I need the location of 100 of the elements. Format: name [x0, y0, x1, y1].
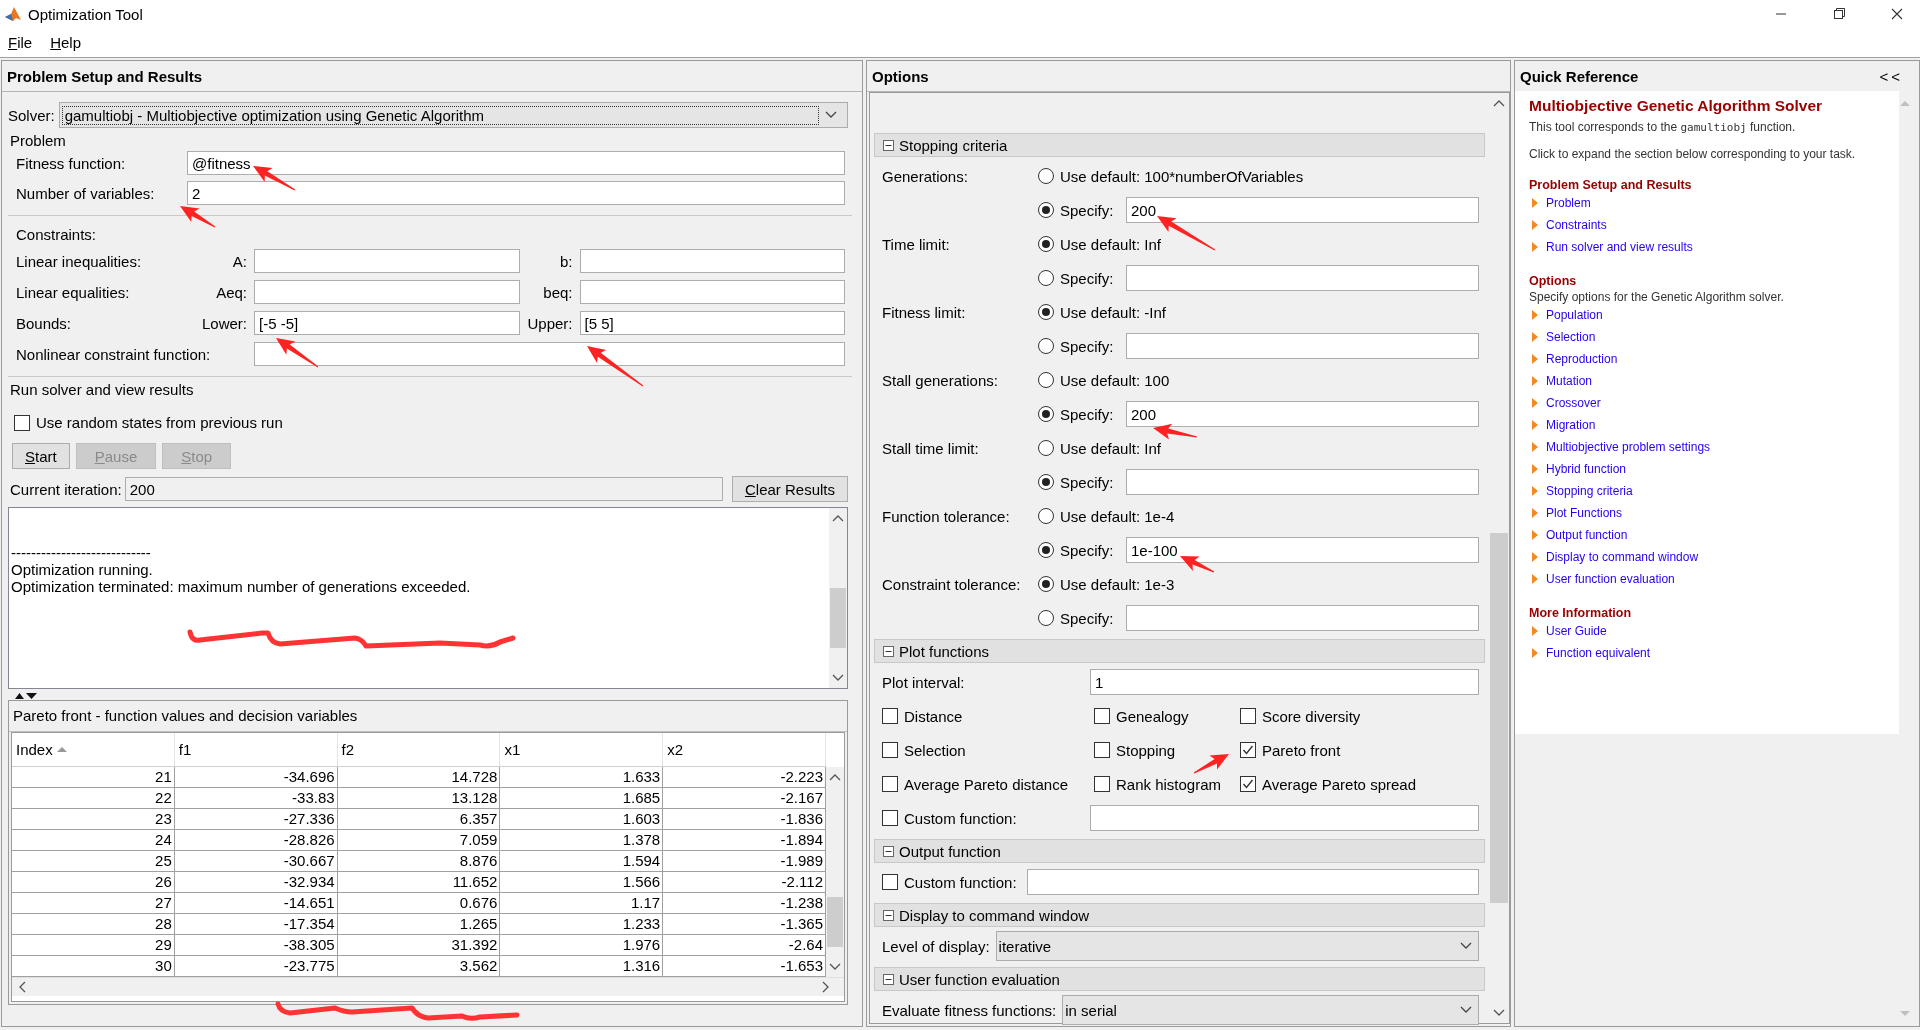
section-header[interactable]: Output function [874, 839, 1485, 863]
help-link[interactable]: User function evaluation [1546, 572, 1675, 586]
checkbox[interactable] [882, 742, 898, 758]
text-field[interactable] [254, 280, 520, 304]
checkbox[interactable] [1094, 708, 1110, 724]
radio-button[interactable] [1038, 576, 1054, 592]
radio-button[interactable] [1038, 270, 1054, 286]
checkbox[interactable] [1240, 742, 1256, 758]
help-link[interactable]: Output function [1546, 528, 1628, 542]
menu-item[interactable]: File [6, 32, 35, 53]
section-header[interactable]: Plot functions [874, 639, 1485, 663]
checkbox[interactable] [14, 414, 30, 431]
text-field[interactable] [1126, 605, 1479, 631]
splitter-arrows-icon[interactable] [14, 692, 38, 700]
radio-button[interactable] [1038, 508, 1054, 524]
scrollbar-thumb[interactable] [830, 588, 846, 648]
scrollbar[interactable] [829, 508, 847, 688]
checkbox[interactable] [882, 874, 898, 890]
text-field[interactable] [1026, 869, 1479, 895]
radio-button[interactable] [1038, 338, 1054, 354]
radio-button[interactable] [1038, 168, 1054, 184]
horizontal-scrollbar[interactable] [12, 977, 844, 996]
column-header[interactable]: x1 [500, 733, 664, 767]
checkbox[interactable] [882, 708, 898, 724]
help-link[interactable]: Stopping criteria [1546, 484, 1633, 498]
table-cell: 1.594 [500, 851, 664, 872]
column-header[interactable]: f1 [174, 733, 338, 767]
help-link[interactable]: Display to command window [1546, 550, 1699, 564]
text-field[interactable] [1126, 333, 1479, 359]
scroll-down-icon[interactable] [832, 674, 844, 682]
help-link[interactable]: Hybrid function [1546, 462, 1627, 476]
scroll-down-icon[interactable] [829, 963, 841, 971]
checkbox[interactable] [1240, 776, 1256, 792]
dropdown[interactable]: in serial [1062, 995, 1479, 1025]
scrollbar-thumb[interactable] [1490, 533, 1508, 903]
help-link[interactable]: Reproduction [1546, 352, 1618, 366]
section-header[interactable]: Stopping criteria [874, 133, 1485, 157]
button[interactable]: Start [12, 443, 70, 469]
text-field[interactable]: 2 [187, 181, 845, 205]
triangle-right-icon [1532, 648, 1538, 658]
section-header[interactable]: Display to command window [874, 903, 1485, 927]
help-link[interactable]: Function equivalent [1546, 646, 1651, 660]
text-field[interactable] [254, 342, 845, 366]
help-link[interactable]: Selection [1546, 330, 1596, 344]
radio-button[interactable] [1038, 610, 1054, 626]
checkbox[interactable] [1094, 742, 1110, 758]
checkbox[interactable] [1240, 708, 1256, 724]
text-field[interactable]: 200 [1126, 197, 1479, 223]
help-link[interactable]: Multiobjective problem settings [1546, 440, 1711, 454]
group-label: Problem [10, 132, 67, 149]
text-field[interactable] [579, 280, 845, 304]
scroll-down-icon[interactable] [1493, 1009, 1505, 1017]
collapse-link[interactable]: << [1879, 67, 1903, 85]
text-field[interactable] [579, 249, 845, 273]
dropdown[interactable]: iterative [995, 931, 1479, 961]
section-header[interactable]: User function evaluation [874, 967, 1485, 991]
column-header[interactable]: x2 [663, 733, 826, 767]
radio-button[interactable] [1038, 474, 1054, 490]
text-field[interactable] [1090, 805, 1479, 831]
radio-button[interactable] [1038, 440, 1054, 456]
text-field[interactable]: [5 5] [579, 311, 845, 335]
scrollbar-thumb[interactable] [827, 897, 843, 947]
radio-button[interactable] [1038, 372, 1054, 388]
help-link[interactable]: Constraints [1546, 218, 1607, 232]
checkbox[interactable] [882, 810, 898, 826]
scroll-up-icon[interactable] [832, 514, 844, 522]
radio-button[interactable] [1038, 304, 1054, 320]
scroll-left-icon[interactable] [18, 981, 26, 993]
radio-button[interactable] [1038, 406, 1054, 422]
scroll-up-icon[interactable] [829, 773, 841, 781]
help-link[interactable]: Crossover [1546, 396, 1601, 410]
triangle-right-icon [1532, 626, 1538, 636]
help-link[interactable]: Run solver and view results [1546, 240, 1693, 254]
scrollbar[interactable] [826, 767, 844, 977]
checkbox[interactable] [882, 776, 898, 792]
radio-button[interactable] [1038, 236, 1054, 252]
clear-results-button[interactable]: Clear Results [731, 476, 848, 502]
help-link[interactable]: User Guide [1546, 624, 1607, 638]
text-field[interactable] [1126, 469, 1479, 495]
text-field[interactable] [254, 249, 520, 273]
help-link[interactable]: Population [1546, 308, 1603, 322]
column-header[interactable]: Index [12, 733, 175, 767]
help-link[interactable]: Plot Functions [1546, 506, 1623, 520]
radio-button[interactable] [1038, 542, 1054, 558]
help-link[interactable]: Migration [1546, 418, 1596, 432]
help-link[interactable]: Problem [1546, 196, 1591, 210]
checkbox[interactable] [1094, 776, 1110, 792]
help-link[interactable]: Mutation [1546, 374, 1593, 388]
menu-item[interactable]: Help [48, 32, 84, 53]
text-field[interactable] [1126, 265, 1479, 291]
radio-button[interactable] [1038, 202, 1054, 218]
text-field[interactable]: 200 [1126, 401, 1479, 427]
text-field[interactable]: 1e-100 [1126, 537, 1479, 563]
text-field[interactable]: @fitness [187, 151, 845, 175]
scroll-right-icon[interactable] [822, 981, 830, 993]
text-field[interactable]: 1 [1090, 669, 1479, 695]
solver-dropdown[interactable]: gamultiobj - Multiobjective optimization using Genetic Algorithm [58, 102, 848, 128]
column-header[interactable]: f2 [337, 733, 501, 767]
text-field[interactable]: [-5 -5] [254, 311, 520, 335]
scroll-up-icon[interactable] [1493, 99, 1505, 107]
